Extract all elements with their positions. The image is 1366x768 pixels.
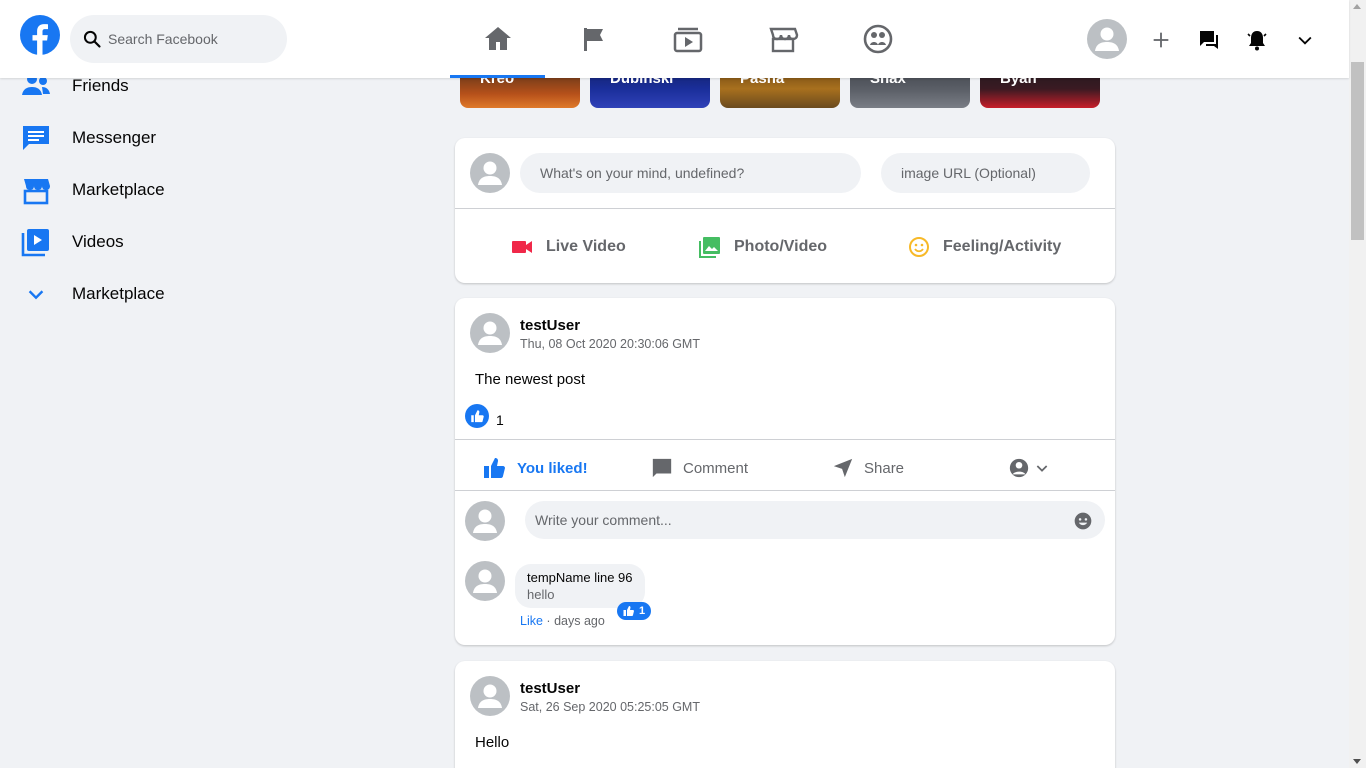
sidebar-item-label: Marketplace <box>72 284 165 303</box>
marketplace-icon <box>768 27 798 53</box>
comment-icon <box>652 458 672 478</box>
photo-icon <box>699 237 720 258</box>
sidebar-item-label: Friends <box>72 76 129 95</box>
bell-icon <box>1247 31 1267 51</box>
groups-icon <box>863 24 892 54</box>
tab-pages[interactable] <box>546 14 641 64</box>
video-camera-icon <box>512 241 532 253</box>
post-timestamp: Sat, 26 Sep 2020 05:25:05 GMT <box>520 700 700 714</box>
divider <box>455 439 1115 440</box>
search-input[interactable] <box>108 31 278 47</box>
home-icon <box>484 27 511 50</box>
feeling-activity-label: Feeling/Activity <box>943 238 1062 255</box>
tab-marketplace[interactable] <box>735 14 830 64</box>
top-navbar <box>0 0 1349 78</box>
like-button-label: You liked! <box>517 459 588 477</box>
avatar <box>470 153 510 193</box>
divider <box>455 490 1115 491</box>
comment-text: hello <box>527 587 555 602</box>
notifications-button[interactable] <box>1237 20 1277 60</box>
post-text: Hello <box>475 734 510 751</box>
comment-like-badge[interactable]: 1 <box>617 602 652 620</box>
smiley-icon <box>909 237 929 257</box>
marketplace-icon <box>20 174 52 206</box>
scroll-up-arrow-icon[interactable] <box>1353 4 1361 9</box>
chevron-down-icon <box>1036 465 1048 472</box>
image-url-input[interactable] <box>881 153 1090 193</box>
emoji-picker-button[interactable] <box>1073 511 1093 536</box>
avatar[interactable] <box>465 561 505 601</box>
tab-watch[interactable] <box>640 14 735 64</box>
sidebar-item-marketplace[interactable]: Marketplace <box>20 170 340 210</box>
comment-button-label: Comment <box>683 459 749 477</box>
photo-video-button[interactable]: Photo/Video <box>698 222 827 272</box>
post-timestamp: Thu, 08 Oct 2020 20:30:06 GMT <box>520 337 700 351</box>
plus-icon <box>1153 32 1169 48</box>
sidebar-item-videos[interactable]: Videos <box>20 222 340 262</box>
thumbs-up-icon <box>623 606 634 616</box>
comment-input[interactable] <box>525 501 1105 539</box>
live-video-label: Live Video <box>546 238 626 255</box>
post-author[interactable]: testUser <box>520 317 580 334</box>
photo-video-label: Photo/Video <box>734 238 828 255</box>
user-circle-icon <box>1009 458 1029 478</box>
comment-actions: Like · days ago <box>520 614 605 628</box>
share-arrow-icon <box>833 458 853 478</box>
comment-like-count: 1 <box>639 605 646 617</box>
search-box[interactable] <box>70 15 287 63</box>
post-card: testUser Sat, 26 Sep 2020 05:25:05 GMT H… <box>455 661 1115 768</box>
share-button[interactable]: Share <box>832 448 904 488</box>
create-button[interactable] <box>1141 20 1181 60</box>
page-scrollbar[interactable] <box>1349 0 1366 768</box>
avatar <box>465 501 505 541</box>
divider <box>455 208 1115 209</box>
like-button[interactable]: You liked! <box>483 448 588 488</box>
tab-home[interactable] <box>450 14 545 78</box>
status-input[interactable] <box>520 153 861 193</box>
comment-timestamp: days ago <box>554 614 605 628</box>
facebook-logo-icon[interactable] <box>20 15 60 55</box>
comment-author[interactable]: tempName line 96 <box>527 570 633 585</box>
audience-selector[interactable] <box>1008 448 1050 488</box>
search-icon <box>83 30 101 48</box>
smiley-icon <box>1074 512 1092 530</box>
sidebar-item-label: Videos <box>72 232 124 251</box>
chevron-down-icon <box>20 278 52 310</box>
messenger-button[interactable] <box>1189 20 1229 60</box>
post-author[interactable]: testUser <box>520 680 580 697</box>
account-menu-button[interactable] <box>1285 20 1325 60</box>
share-button-label: Share <box>864 459 905 477</box>
post-card: testUser Thu, 08 Oct 2020 20:30:06 GMT T… <box>455 298 1115 645</box>
sidebar-item-see-more[interactable]: Marketplace <box>20 274 340 314</box>
sidebar-item-label: Marketplace <box>72 180 165 199</box>
avatar[interactable] <box>470 676 510 716</box>
tab-groups[interactable] <box>830 14 925 64</box>
comment-button[interactable]: Comment <box>651 448 748 488</box>
scroll-thumb[interactable] <box>1351 62 1364 240</box>
scroll-down-arrow-icon[interactable] <box>1353 759 1361 764</box>
sidebar-item-label: Messenger <box>72 128 157 147</box>
like-reaction-icon <box>465 404 489 428</box>
avatar[interactable] <box>470 313 510 353</box>
thumbs-up-icon <box>484 458 505 478</box>
chevron-down-icon <box>1298 36 1312 45</box>
sidebar-item-messenger[interactable]: Messenger <box>20 118 340 158</box>
like-count[interactable]: 1 <box>496 412 504 428</box>
flag-icon <box>583 28 603 51</box>
watch-icon <box>673 27 702 53</box>
chat-icon <box>1200 31 1218 49</box>
live-video-button[interactable]: Live Video <box>510 222 626 272</box>
feeling-activity-button[interactable]: Feeling/Activity <box>907 222 1061 272</box>
separator-dot: · <box>546 614 555 628</box>
comment-like-link[interactable]: Like <box>520 614 543 628</box>
videos-icon <box>20 226 52 258</box>
profile-avatar[interactable] <box>1087 19 1127 59</box>
messenger-icon <box>20 122 52 154</box>
post-text: The newest post <box>475 371 586 388</box>
